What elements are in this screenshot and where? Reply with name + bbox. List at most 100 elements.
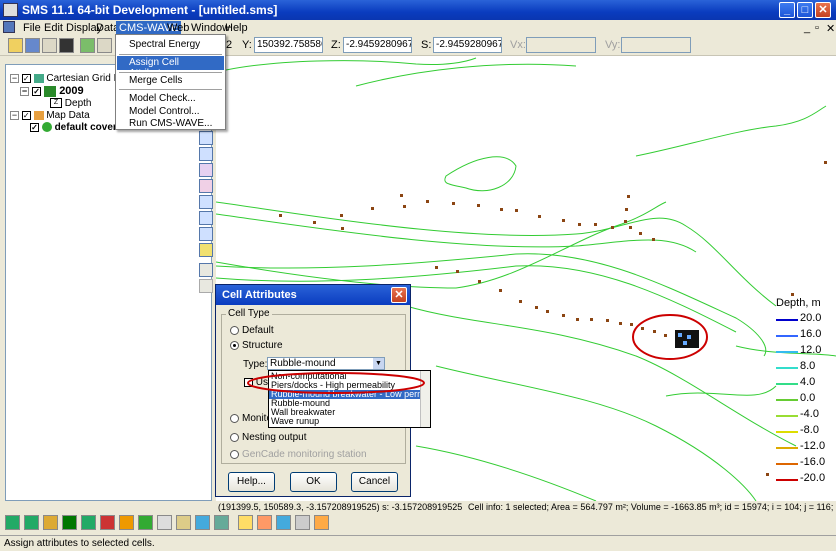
maximize-button[interactable]: □ [797,2,813,18]
s-field[interactable]: -2.945928096771 [433,37,502,53]
profile-icon[interactable] [314,515,329,530]
cartesian-grid-module-icon[interactable] [62,515,77,530]
legend-swatch [776,383,798,385]
coverage-icon [41,122,52,133]
split-column-icon[interactable] [199,195,213,209]
legend-swatch [776,399,798,401]
legend-label: -16.0 [800,456,826,468]
legend-title: Depth, m [776,297,821,309]
mesh-module-icon[interactable] [5,515,20,530]
ugrid-module-icon[interactable] [100,515,115,530]
radio-default[interactable]: Default [230,325,274,336]
cell-info: Cell info: 1 selected; Area = 564.797 m²… [468,502,836,512]
help-button[interactable]: Help... [228,472,275,492]
menu-item-assign-cell-attributes[interactable]: Assign Cell Attributes... [117,56,224,79]
window-title: SMS 11.1 64-bit Development - [untitled.… [22,3,278,17]
vx-label: Vx: [510,39,526,51]
document-icon[interactable] [3,21,15,33]
type-option[interactable]: Wave runup [269,417,420,426]
vx-field [526,37,596,53]
legend-label: 16.0 [800,328,822,340]
map-module-icon[interactable] [195,515,210,530]
delete-icon[interactable] [59,38,74,53]
legend-label: 8.0 [800,360,816,372]
contour-line [665,385,777,397]
checkbox-icon[interactable]: ✓ [21,73,31,83]
legend-label: -20.0 [800,472,826,484]
ok-button[interactable]: OK [290,472,337,492]
scatter-module-icon[interactable] [43,515,58,530]
gps-module-icon[interactable] [214,515,229,530]
y-field[interactable]: 150392.75858604 [254,37,323,53]
menu-item-model-check[interactable]: Model Check... [117,92,224,106]
contour-line [215,213,697,253]
status-bar: Assign attributes to selected cells. [0,535,836,551]
radio-nesting-output[interactable]: Nesting output [230,432,307,443]
radio-monitoring[interactable]: Monito [230,413,272,424]
tree-item-coverage[interactable]: ✓ default cover [30,122,117,133]
save-icon[interactable] [25,38,40,53]
legend-swatch [776,367,798,369]
close-button[interactable]: ✕ [815,2,831,18]
type-option[interactable]: Rubble-mound [269,399,420,408]
zoom-icon[interactable] [97,38,112,53]
menu-separator [119,89,222,90]
insert-row-icon[interactable] [199,179,213,193]
cancel-button[interactable]: Cancel [351,472,398,492]
gis-module-icon[interactable] [138,515,153,530]
scatter-icon[interactable] [199,263,213,277]
raster-module-icon[interactable] [157,515,172,530]
open-icon[interactable] [8,38,23,53]
radio-structure[interactable]: Structure [230,340,283,351]
selected-structure [675,330,699,348]
checkbox-icon[interactable]: ✓ [32,86,42,96]
select-cell-icon[interactable] [199,131,213,145]
grid-module-icon[interactable] [24,515,39,530]
bathymetry-icon[interactable] [199,243,213,257]
menu-help[interactable]: Help [222,21,251,35]
mdi-close-button[interactable]: ✕ [823,21,836,36]
select-row-icon[interactable] [199,147,213,161]
tree-item-2009[interactable]: − ✓ 2009 [20,85,84,97]
legend-swatch [776,415,798,417]
tool-icon[interactable] [238,515,253,530]
mdi-restore-button[interactable]: ▫ [812,21,822,35]
annotation-module-icon[interactable] [176,515,191,530]
menu-item-merge-cells[interactable]: Merge Cells [117,74,224,88]
legend-swatch [776,479,798,481]
plot-icon[interactable] [276,515,291,530]
z-label: Z: [331,39,341,51]
contour-line [415,445,597,502]
script-icon[interactable] [257,515,272,530]
collapse-icon[interactable]: − [20,86,29,96]
select-column-icon[interactable] [199,163,213,177]
app-icon [3,3,18,17]
tree-item-depth[interactable]: Z Depth [50,98,91,109]
tree-label: Depth [64,98,92,109]
menu-item-spectral-energy[interactable]: Spectral Energy [117,38,224,52]
view-icon[interactable] [295,515,310,530]
refresh-icon[interactable] [80,38,95,53]
type-option[interactable]: Wall breakwater [269,408,420,417]
contour-line [635,105,827,157]
legend-label: -12.0 [800,440,826,452]
z-field[interactable]: -2.945928096771 [343,37,412,53]
radio-label: GenCade monitoring station [242,449,367,460]
minimize-button[interactable]: _ [779,2,795,18]
dialog-close-button[interactable]: ✕ [391,287,407,303]
print-icon[interactable] [42,38,57,53]
split-row-icon[interactable] [199,211,213,225]
collapse-icon[interactable]: − [10,73,19,83]
vertical-toolbar [198,130,215,293]
quadtree-module-icon[interactable] [81,515,96,530]
grid-frame-icon[interactable] [199,227,213,241]
tree-item-map[interactable]: − ✓ Map Data [10,110,90,121]
collapse-icon[interactable]: − [10,110,19,120]
checkbox-icon[interactable]: ✓ [30,122,39,132]
vy-field [621,37,691,53]
checkbox-icon[interactable]: ✓ [21,110,31,120]
menu-item-run-cms-wave[interactable]: Run CMS-WAVE... [117,117,224,131]
contour-line [355,63,577,87]
particle-module-icon[interactable] [119,515,134,530]
grid-icon [44,85,57,97]
